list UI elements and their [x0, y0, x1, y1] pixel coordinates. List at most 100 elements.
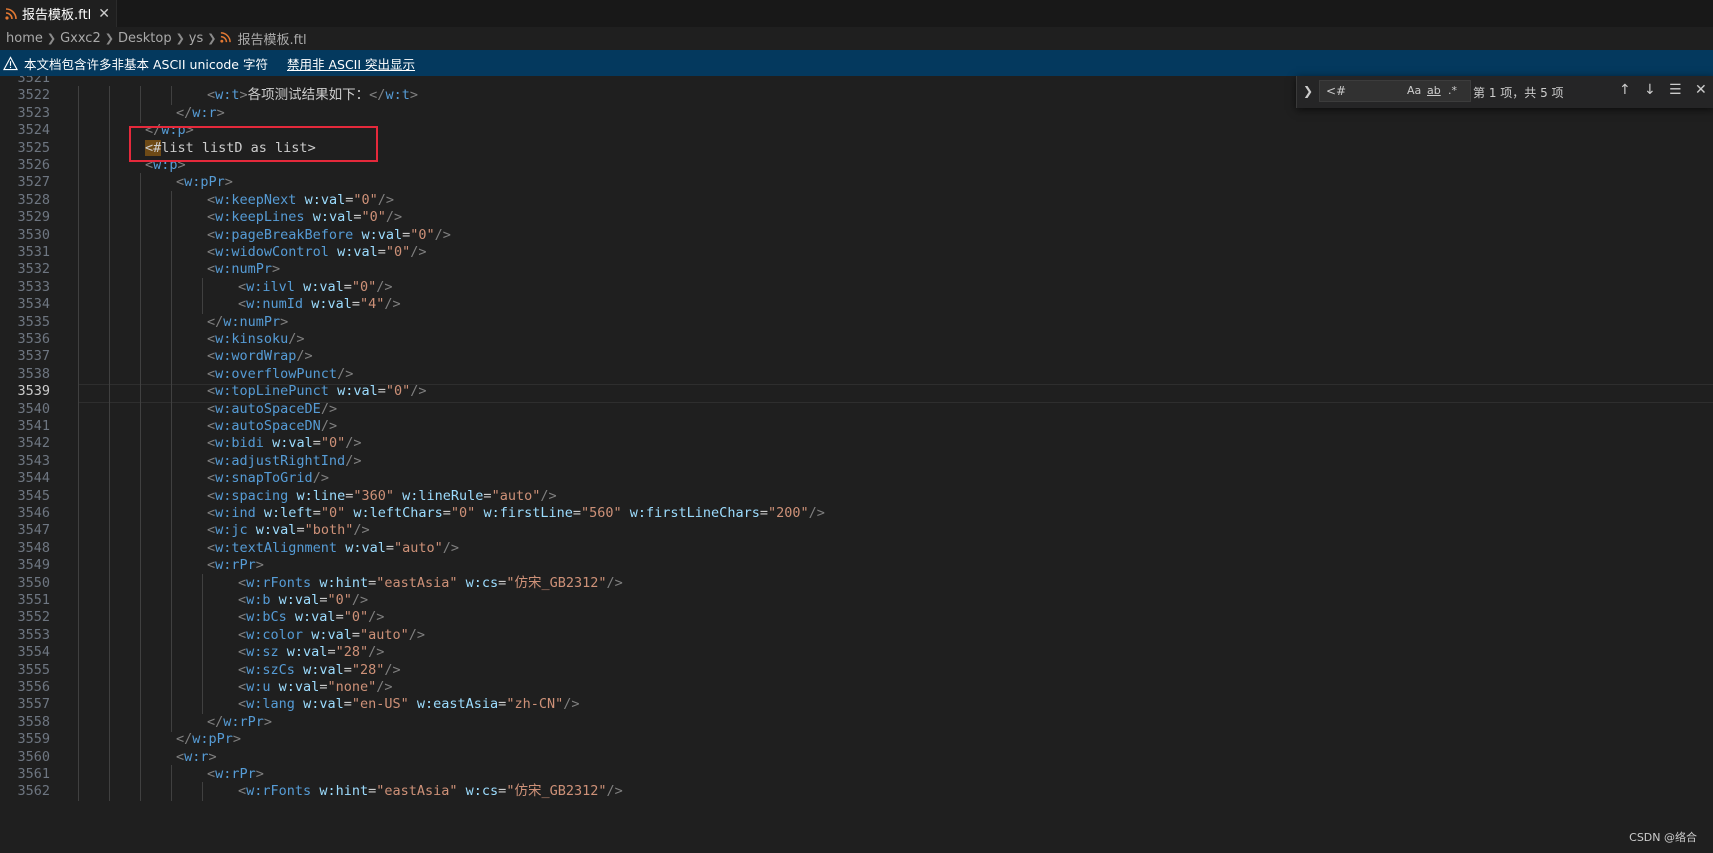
line-number: 3559 — [17, 731, 50, 748]
code-line[interactable]: 3558 </w:rPr> — [0, 712, 1713, 732]
code-line[interactable]: 3557 <w:lang w:val="en-US" w:eastAsia="zh… — [0, 695, 1713, 715]
indent-guide — [78, 504, 79, 523]
code-line[interactable]: 3546 <w:ind w:left="0" w:leftChars="0" w:… — [0, 504, 1713, 523]
code-line[interactable]: 3554 <w:sz w:val="28"/> — [0, 643, 1713, 663]
indent-guide — [202, 608, 203, 628]
code-line[interactable]: 3556 <w:u w:val="none"/> — [0, 678, 1713, 697]
code-line[interactable]: 3534 <w:numId w:val="4"/> — [0, 295, 1713, 315]
code-line[interactable]: 3531 <w:widowControl w:val="0"/> — [0, 243, 1713, 262]
arrow-down-icon[interactable]: ↓ — [1644, 82, 1656, 98]
code-text: <w:r> — [176, 748, 217, 765]
code-line[interactable]: 3561 <w:rPr> — [0, 765, 1713, 784]
code-text: <w:bidi w:val="0"/> — [207, 435, 362, 452]
indent-guide — [78, 382, 79, 402]
code-line[interactable]: 3538 <w:overflowPunct/> — [0, 364, 1713, 384]
code-line[interactable]: 3555 <w:szCs w:val="28"/> — [0, 660, 1713, 680]
code-line[interactable]: 3542 <w:bidi w:val="0"/> — [0, 434, 1713, 454]
code-text: <w:szCs w:val="28"/> — [238, 661, 401, 678]
indent-guide — [78, 312, 79, 332]
arrow-up-icon[interactable]: ↑ — [1619, 82, 1631, 98]
code-line[interactable]: 3537 <w:wordWrap/> — [0, 347, 1713, 367]
indent-guide — [109, 156, 110, 175]
indent-guide — [78, 782, 79, 802]
indent-guide — [109, 591, 110, 610]
breadcrumb-home[interactable]: home — [6, 31, 43, 46]
code-line[interactable]: 3552 <w:bCs w:val="0"/> — [0, 608, 1713, 628]
indent-guide — [78, 364, 79, 384]
indent-guide — [140, 643, 141, 663]
indent-guide — [171, 556, 172, 576]
line-number: 3558 — [17, 713, 50, 730]
indent-guide — [78, 86, 79, 106]
indent-guide — [109, 451, 110, 471]
code-editor[interactable]: 3521 3522 <w:t>各项测试结果如下：</w:t> 3523 </w:r> 35… — [0, 76, 1713, 853]
code-line[interactable]: 3550 <w:rFonts w:hint="eastAsia" w:cs="仿宋… — [0, 573, 1713, 593]
code-line[interactable]: 3544 <w:snapToGrid/> — [0, 469, 1713, 489]
breadcrumb-desktop[interactable]: Desktop — [118, 31, 172, 46]
code-line[interactable]: 3539 <w:topLinePunct w:val="0"/> — [0, 382, 1713, 402]
indent-guide — [140, 382, 141, 402]
code-line[interactable]: 3535 </w:numPr> — [0, 312, 1713, 332]
code-line[interactable]: 3536 <w:kinsoku/> — [0, 330, 1713, 349]
line-number: 3555 — [17, 661, 50, 678]
annotation-highlight-box — [129, 126, 378, 162]
code-line[interactable]: 3528 <w:keepNext w:val="0"/> — [0, 190, 1713, 210]
code-line[interactable]: 3533 <w:ilvl w:val="0"/> — [0, 277, 1713, 297]
find-in-selection-icon[interactable]: ☰ — [1669, 82, 1682, 98]
indent-guide — [109, 573, 110, 593]
code-line[interactable]: 3532 <w:numPr> — [0, 260, 1713, 280]
whole-word-icon[interactable]: ab — [1427, 84, 1441, 97]
code-line[interactable]: 3540 <w:autoSpaceDE/> — [0, 399, 1713, 419]
close-icon[interactable]: ✕ — [98, 6, 110, 22]
code-text: <w:adjustRightInd/> — [207, 452, 362, 469]
indent-guide — [171, 330, 172, 349]
code-line[interactable]: 3545 <w:spacing w:line="360" w:lineRule="… — [0, 486, 1713, 506]
indent-guide — [171, 765, 172, 784]
indent-guide — [140, 417, 141, 436]
code-line[interactable]: 3548 <w:textAlignment w:val="auto"/> — [0, 538, 1713, 558]
indent-guide — [109, 364, 110, 384]
breadcrumb-gxxc2[interactable]: Gxxc2 — [60, 31, 101, 46]
regex-icon[interactable]: .* — [1448, 84, 1457, 97]
code-line[interactable]: 3543 <w:adjustRightInd/> — [0, 451, 1713, 471]
close-icon[interactable]: ✕ — [1695, 82, 1707, 98]
code-line[interactable]: 3560 <w:r> — [0, 747, 1713, 767]
indent-guide — [171, 678, 172, 697]
indent-guide — [78, 643, 79, 663]
unicode-highlight-notice: 本文档包含许多非基本 ASCII unicode 字符 禁用非 ASCII 突出… — [0, 50, 1713, 76]
chevron-right-icon[interactable]: ❯ — [1303, 84, 1313, 98]
code-line[interactable]: 3529 <w:keepLines w:val="0"/> — [0, 208, 1713, 228]
match-case-icon[interactable]: Aa — [1407, 84, 1421, 97]
disable-highlight-link[interactable]: 禁用非 ASCII 突出显示 — [287, 54, 415, 73]
code-line[interactable]: 3559 </w:pPr> — [0, 730, 1713, 750]
indent-guide — [171, 643, 172, 663]
code-line[interactable]: 3530 <w:pageBreakBefore w:val="0"/> — [0, 225, 1713, 245]
code-line[interactable]: 3553 <w:color w:val="auto"/> — [0, 625, 1713, 645]
code-line[interactable]: 3562 <w:rFonts w:hint="eastAsia" w:cs="仿宋… — [0, 782, 1713, 802]
code-line[interactable]: 3549 <w:rPr> — [0, 556, 1713, 576]
breadcrumb-file[interactable]: 报告模板.ftl — [237, 29, 306, 48]
line-number: 3548 — [17, 539, 50, 556]
indent-guide — [140, 504, 141, 523]
code-text: <w:pPr> — [176, 174, 233, 191]
indent-guide — [109, 138, 110, 158]
indent-guide — [140, 469, 141, 489]
indent-guide — [140, 556, 141, 576]
indent-guide — [109, 730, 110, 750]
indent-guide — [78, 121, 79, 141]
code-text: <w:rPr> — [207, 557, 264, 574]
code-text: <w:bCs w:val="0"/> — [238, 609, 385, 626]
line-number: 3543 — [17, 452, 50, 469]
tab-report-template[interactable]: 报告模板.ftl ✕ — [0, 0, 117, 27]
code-line[interactable]: 3551 <w:b w:val="0"/> — [0, 591, 1713, 610]
watermark: CSDN @络合 — [1629, 831, 1697, 844]
indent-guide — [78, 330, 79, 349]
code-line[interactable]: 3527 <w:pPr> — [0, 173, 1713, 193]
indent-guide — [171, 347, 172, 367]
line-number: 3560 — [17, 748, 50, 765]
code-line[interactable]: 3547 <w:jc w:val="both"/> — [0, 521, 1713, 541]
breadcrumb-ys[interactable]: ys — [189, 31, 203, 46]
indent-guide — [109, 399, 110, 419]
code-line[interactable]: 3541 <w:autoSpaceDN/> — [0, 417, 1713, 436]
code-text: <w:rPr> — [207, 766, 264, 782]
